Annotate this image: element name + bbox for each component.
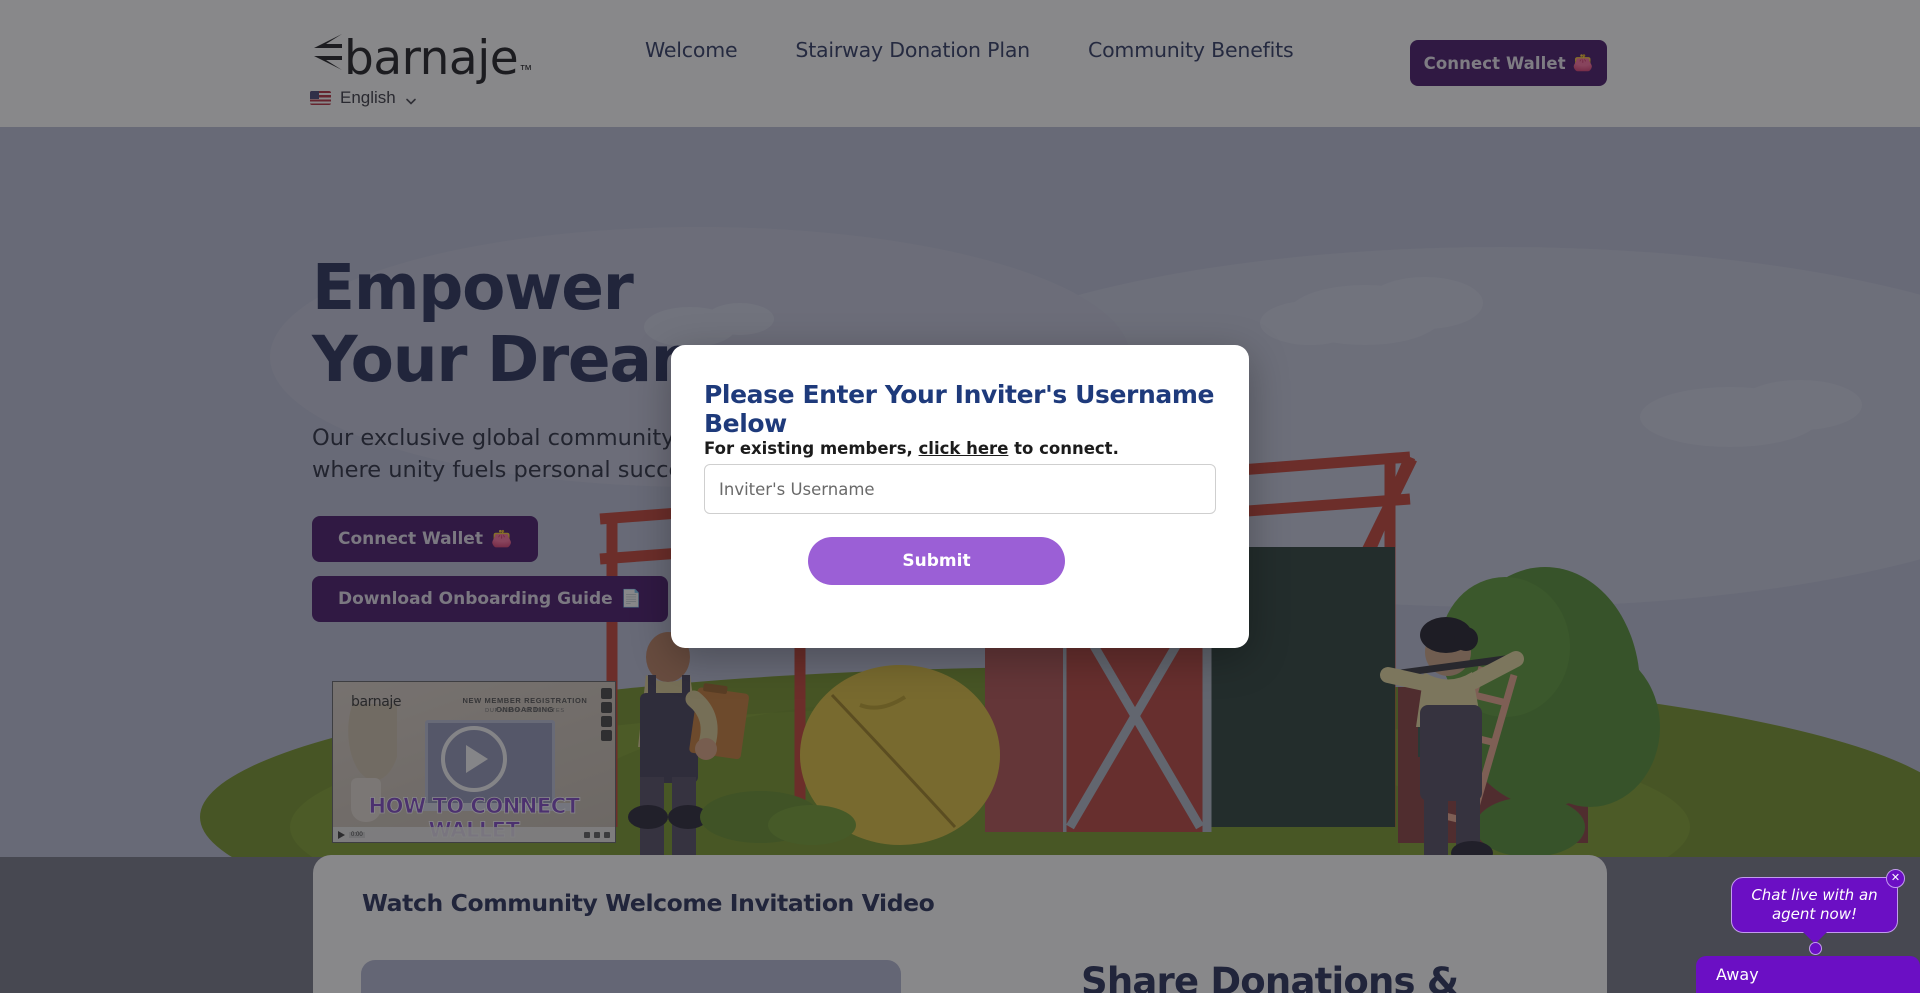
modal-subtext-prefix: For existing members, — [704, 439, 919, 458]
close-icon[interactable]: ✕ — [1886, 869, 1905, 888]
submit-button[interactable]: Submit — [808, 537, 1065, 585]
chat-invite-text: Chat live with an agent now! — [1751, 886, 1878, 923]
inviter-username-input[interactable] — [704, 464, 1216, 514]
modal-subtext-suffix: to connect. — [1008, 439, 1119, 458]
inviter-username-modal: Please Enter Your Inviter's Username Bel… — [671, 345, 1249, 648]
click-here-link[interactable]: click here — [919, 439, 1009, 458]
chat-status-bar[interactable]: Away — [1696, 956, 1920, 993]
chat-invite-bubble[interactable]: Chat live with an agent now! ✕ — [1731, 869, 1905, 933]
modal-title: Please Enter Your Inviter's Username Bel… — [704, 380, 1215, 438]
chat-status-label: Away — [1716, 965, 1759, 984]
chat-bubble-tail-dot — [1809, 942, 1822, 955]
modal-subtext: For existing members, click here to conn… — [704, 439, 1119, 458]
